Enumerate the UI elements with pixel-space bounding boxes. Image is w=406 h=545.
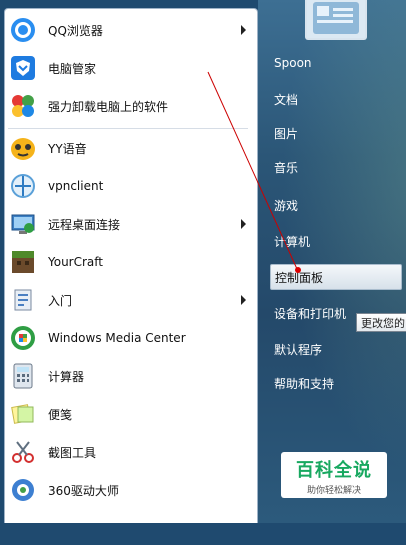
program-label: 截图工具 [48, 445, 97, 460]
program-item-6[interactable]: YourCraft [6, 244, 252, 280]
right-menu-label: Spoon [274, 56, 312, 70]
program-item-1[interactable]: 电脑管家 [6, 50, 252, 86]
right-menu-label: 默认程序 [274, 342, 323, 357]
right-menu-label: 帮助和支持 [274, 376, 335, 391]
submenu-arrow-icon [241, 219, 246, 229]
yy-voice-icon [8, 133, 38, 163]
right-menu-item-0[interactable]: Spoon [270, 50, 402, 76]
vpn-client-icon [8, 171, 38, 201]
pc-manager-shield-icon [8, 53, 38, 83]
right-menu-item-2[interactable]: 图片 [270, 120, 402, 146]
program-label: Windows Media Center [48, 331, 186, 345]
program-item-11[interactable]: 截图工具 [6, 434, 252, 470]
snipping-tool-icon [8, 437, 38, 467]
program-item-4[interactable]: vpnclient [6, 168, 252, 204]
program-item-12[interactable]: 360驱动大师 [6, 472, 252, 508]
right-menu-item-9[interactable]: 帮助和支持 [270, 370, 402, 396]
program-label: 远程桌面连接 [48, 217, 121, 232]
remote-desktop-icon [8, 209, 38, 239]
program-item-9[interactable]: 计算器 [6, 358, 252, 394]
watermark-subtitle: 助你轻松解决 [306, 486, 361, 496]
sticky-notes-icon [8, 399, 38, 429]
getting-started-icon [8, 285, 38, 315]
driver-master-360-icon [8, 475, 38, 505]
program-label: QQ浏览器 [48, 23, 103, 38]
right-menu-item-8[interactable]: 默认程序 [270, 336, 402, 362]
program-label: YY语音 [48, 141, 87, 156]
uninstaller-icon [8, 91, 38, 121]
right-menu-label: 图片 [274, 126, 299, 141]
program-item-2[interactable]: 强力卸载电脑上的软件 [6, 88, 252, 124]
qq-browser-icon [8, 15, 38, 45]
program-item-7[interactable]: 入门 [6, 282, 252, 318]
watermark-title: 百科全说 [296, 460, 372, 481]
program-label: 强力卸载电脑上的软件 [48, 99, 169, 114]
submenu-arrow-icon [241, 25, 246, 35]
right-menu-label: 控制面板 [275, 270, 324, 285]
submenu-arrow-icon [241, 295, 246, 305]
right-menu-label: 游戏 [274, 198, 299, 213]
baike-watermark: 百科全说 助你轻松解决 [281, 452, 387, 498]
start-menu-right-pane [258, 0, 406, 523]
program-label: 入门 [48, 293, 73, 308]
program-item-10[interactable]: 便笺 [6, 396, 252, 432]
program-label: vpnclient [48, 179, 104, 193]
right-menu-item-3[interactable]: 音乐 [270, 154, 402, 180]
program-label: 便笺 [48, 407, 73, 422]
pinned-separator [8, 128, 248, 129]
yourcraft-icon [8, 247, 38, 277]
control-panel-tooltip: 更改您的 [356, 313, 406, 332]
all-programs-item[interactable] [6, 509, 252, 545]
program-label: 电脑管家 [48, 61, 97, 76]
program-label: 计算器 [48, 369, 85, 384]
program-item-3[interactable]: YY语音 [6, 130, 252, 166]
calculator-icon [8, 361, 38, 391]
program-item-0[interactable]: QQ浏览器 [6, 12, 252, 48]
right-menu-item-1[interactable]: 文档 [270, 86, 402, 112]
right-menu-label: 音乐 [274, 160, 299, 175]
right-menu-item-6[interactable]: 控制面板 [270, 264, 402, 290]
right-menu-label: 计算机 [274, 234, 311, 249]
windows-media-center-icon [8, 323, 38, 353]
right-menu-label: 文档 [274, 92, 299, 107]
program-label: 360驱动大师 [48, 483, 119, 498]
right-menu-item-4[interactable]: 游戏 [270, 192, 402, 218]
user-picture-icon[interactable] [305, 0, 367, 40]
program-item-5[interactable]: 远程桌面连接 [6, 206, 252, 242]
right-menu-item-5[interactable]: 计算机 [270, 228, 402, 254]
program-label: YourCraft [48, 255, 104, 269]
right-menu-label: 设备和打印机 [274, 306, 347, 321]
program-item-8[interactable]: Windows Media Center [6, 320, 252, 356]
